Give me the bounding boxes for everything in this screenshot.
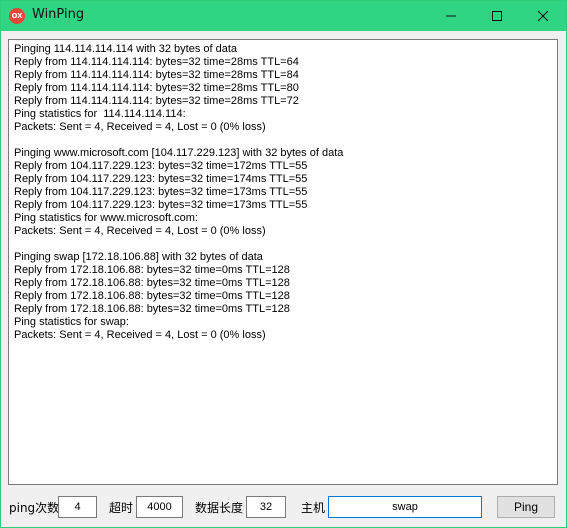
output-line: Pinging swap [172.18.106.88] with 32 byt… (14, 251, 263, 263)
output-line: Ping statistics for www.microsoft.com: (14, 212, 198, 224)
output-line: Pinging www.microsoft.com [104.117.229.1… (14, 147, 344, 159)
minimize-icon (446, 15, 456, 17)
ping-output-textarea[interactable]: Pinging 114.114.114.114 with 32 bytes of… (8, 39, 558, 485)
window-title: WinPing (32, 7, 85, 22)
output-line: Reply from 114.114.114.114: bytes=32 tim… (14, 82, 299, 94)
output-line: Reply from 114.114.114.114: bytes=32 tim… (14, 56, 299, 68)
output-line: Ping statistics for 114.114.114.114: (14, 108, 186, 120)
output-line: Packets: Sent = 4, Received = 4, Lost = … (14, 329, 266, 341)
output-line: Reply from 114.114.114.114: bytes=32 tim… (14, 69, 299, 81)
output-line: Reply from 104.117.229.123: bytes=32 tim… (14, 199, 308, 211)
winping-window: OX WinPing Pinging 114.114.114.114 with … (0, 0, 567, 528)
minimize-button[interactable] (428, 1, 474, 31)
output-line: Packets: Sent = 4, Received = 4, Lost = … (14, 121, 266, 133)
output-line: Reply from 172.18.106.88: bytes=32 time=… (14, 303, 290, 315)
timeout-label: 超时 (109, 501, 134, 515)
output-line: Reply from 104.117.229.123: bytes=32 tim… (14, 173, 308, 185)
output-line: Reply from 172.18.106.88: bytes=32 time=… (14, 277, 290, 289)
title-bar[interactable]: OX WinPing (1, 1, 566, 31)
output-line: Pinging 114.114.114.114 with 32 bytes of… (14, 43, 238, 55)
ping-count-input[interactable]: 4 (58, 496, 97, 518)
ping-count-label: ping次数 (9, 501, 60, 515)
data-size-input[interactable]: 32 (246, 496, 286, 518)
output-line: Reply from 104.117.229.123: bytes=32 tim… (14, 186, 308, 198)
timeout-input[interactable]: 4000 (136, 496, 183, 518)
ping-button[interactable]: Ping (497, 496, 555, 518)
output-line: Reply from 104.117.229.123: bytes=32 tim… (14, 160, 308, 172)
close-button[interactable] (520, 1, 566, 31)
data-size-label: 数据长度 (195, 501, 244, 515)
output-line: Packets: Sent = 4, Received = 4, Lost = … (14, 225, 266, 237)
output-line: Reply from 172.18.106.88: bytes=32 time=… (14, 264, 290, 276)
host-input[interactable]: swap (328, 496, 482, 518)
maximize-button[interactable] (474, 1, 520, 31)
host-label: 主机 (301, 501, 326, 515)
maximize-icon (492, 11, 502, 21)
control-bar: ping次数 4 超时 4000 数据长度 32 主机 swap Ping (1, 496, 567, 520)
output-line: Ping statistics for swap: (14, 316, 129, 328)
close-icon (537, 10, 549, 22)
winping-app-icon: OX (9, 8, 25, 24)
output-line: Reply from 114.114.114.114: bytes=32 tim… (14, 95, 299, 107)
output-line: Reply from 172.18.106.88: bytes=32 time=… (14, 290, 290, 302)
